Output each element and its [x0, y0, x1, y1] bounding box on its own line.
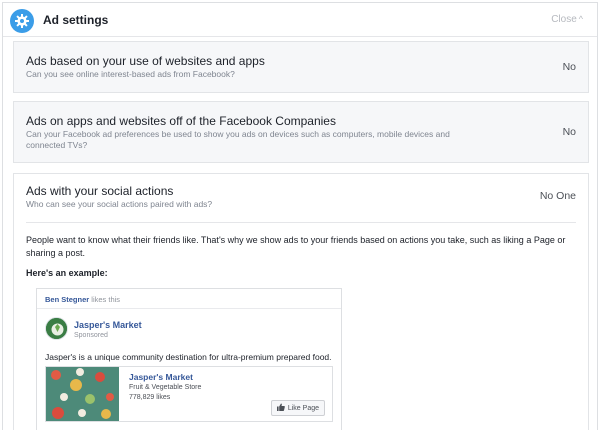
setting-subtitle: Who can see your social actions paired w… [26, 199, 213, 209]
page-name-link[interactable]: Jasper's Market [74, 320, 142, 330]
like-page-button[interactable]: Like Page [270, 400, 325, 416]
audience-dropdown[interactable]: No One [540, 190, 576, 202]
like-page-label: Like Page [287, 404, 319, 412]
setting-row-social-actions: Ads with your social actions Who can see… [13, 173, 589, 430]
chevron-up-icon: ^ [578, 14, 583, 24]
friend-name-link[interactable]: Ben Stegner [45, 295, 89, 304]
ad-attachment[interactable]: Jasper's Market Fruit & Vegetable Store … [45, 366, 333, 422]
example-ad-card: Ben Stegner likes this Jasper's Market S… [36, 288, 342, 430]
setting-value: No [562, 61, 576, 73]
social-context: Ben Stegner likes this [45, 295, 120, 304]
ad-image [46, 367, 119, 421]
close-label: Close [551, 14, 577, 25]
ad-text: Jasper's is a unique community destinati… [45, 352, 332, 362]
setting-value: No [562, 126, 576, 138]
setting-row-interest-ads[interactable]: Ads based on your use of websites and ap… [13, 41, 589, 93]
social-explanation: People want to know what their friends l… [26, 235, 566, 258]
setting-title: Ads on apps and websites off of the Face… [26, 114, 336, 128]
close-button[interactable]: Close ^ [551, 14, 583, 25]
page-avatar[interactable] [45, 317, 68, 340]
ad-settings-panel: Ad settings Close ^ Ads based on your use… [2, 2, 598, 430]
attachment-category: Fruit & Vegetable Store [129, 384, 202, 391]
friend-action: likes this [91, 295, 121, 304]
setting-title: Ads with your social actions [26, 184, 174, 198]
attachment-likes: 778,829 likes [129, 394, 171, 401]
thumbs-up-icon [276, 403, 285, 413]
example-label: Here's an example: [26, 268, 108, 278]
setting-row-off-facebook-ads[interactable]: Ads on apps and websites off of the Face… [13, 101, 589, 163]
setting-subtitle: Can your Facebook ad preferences be used… [26, 129, 450, 150]
setting-title: Ads based on your use of websites and ap… [26, 54, 265, 68]
gear-icon [10, 9, 34, 33]
ad-settings-header: Ad settings Close ^ [3, 3, 597, 37]
sponsored-label: Sponsored [74, 332, 108, 339]
setting-subtitle: Can you see online interest-based ads fr… [26, 69, 235, 79]
attachment-title[interactable]: Jasper's Market [129, 372, 193, 382]
card-divider [37, 308, 341, 309]
page-title: Ad settings [43, 13, 109, 27]
divider [26, 222, 576, 223]
